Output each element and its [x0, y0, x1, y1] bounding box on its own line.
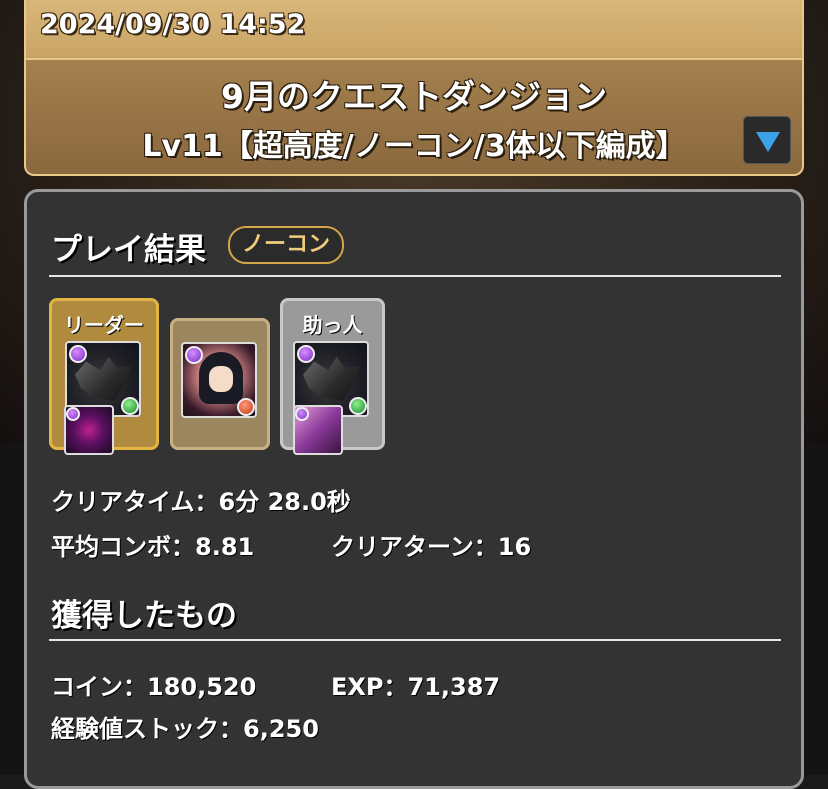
leader-assist-portrait — [64, 405, 114, 455]
attribute-orb-green-icon — [349, 397, 367, 415]
divider — [49, 275, 781, 277]
clear-turns: クリアターン：16 — [331, 533, 532, 561]
dungeon-subtitle: Lv11【超高度/ノーコン/3体以下編成】 — [142, 129, 686, 164]
average-combo: 平均コンボ：8.81 — [51, 533, 255, 561]
divider — [49, 639, 781, 641]
attribute-orb-green-icon — [121, 397, 139, 415]
dungeon-header: 2024/09/30 14:52 9月のクエストダンジョン Lv11【超高度/ノ… — [24, 0, 804, 176]
helper-assist-portrait — [293, 405, 343, 455]
triangle-down-icon — [756, 132, 780, 152]
result-panel: プレイ結果 ノーコン リーダー 助っ人 クリアタイム：6分 28.0秒 平均コン… — [24, 189, 804, 789]
exp-stock: 経験値ストック：6,250 — [51, 715, 319, 743]
attribute-orb-purple-icon — [297, 345, 315, 363]
expand-button[interactable] — [743, 116, 791, 164]
clear-time: クリアタイム：6分 28.0秒 — [51, 488, 351, 516]
attribute-orb-red-icon — [237, 398, 255, 416]
coins-earned: コイン：180,520 — [51, 673, 257, 701]
exp-earned: EXP：71,387 — [331, 673, 501, 701]
attribute-orb-purple-icon — [295, 407, 309, 421]
attribute-orb-purple-icon — [69, 345, 87, 363]
member-card[interactable] — [170, 318, 270, 450]
monster-art — [303, 357, 359, 401]
helper-card[interactable]: 助っ人 — [280, 298, 385, 455]
member-monster-portrait — [181, 342, 257, 418]
datetime-text: 2024/09/30 14:52 — [40, 9, 306, 40]
play-result-title: プレイ結果 — [51, 232, 206, 268]
attribute-orb-purple-icon — [66, 407, 80, 421]
attribute-orb-purple-icon — [185, 346, 203, 364]
helper-label: 助っ人 — [302, 313, 363, 337]
leader-label: リーダー — [64, 313, 144, 337]
monster-art — [75, 357, 131, 401]
monster-face — [209, 366, 233, 392]
no-continue-badge: ノーコン — [228, 226, 345, 264]
leader-card[interactable]: リーダー — [49, 298, 159, 455]
datetime-bar: 2024/09/30 14:52 — [26, 0, 802, 60]
rewards-title: 獲得したもの — [51, 598, 237, 634]
dungeon-title: 9月のクエストダンジョン — [221, 77, 607, 116]
